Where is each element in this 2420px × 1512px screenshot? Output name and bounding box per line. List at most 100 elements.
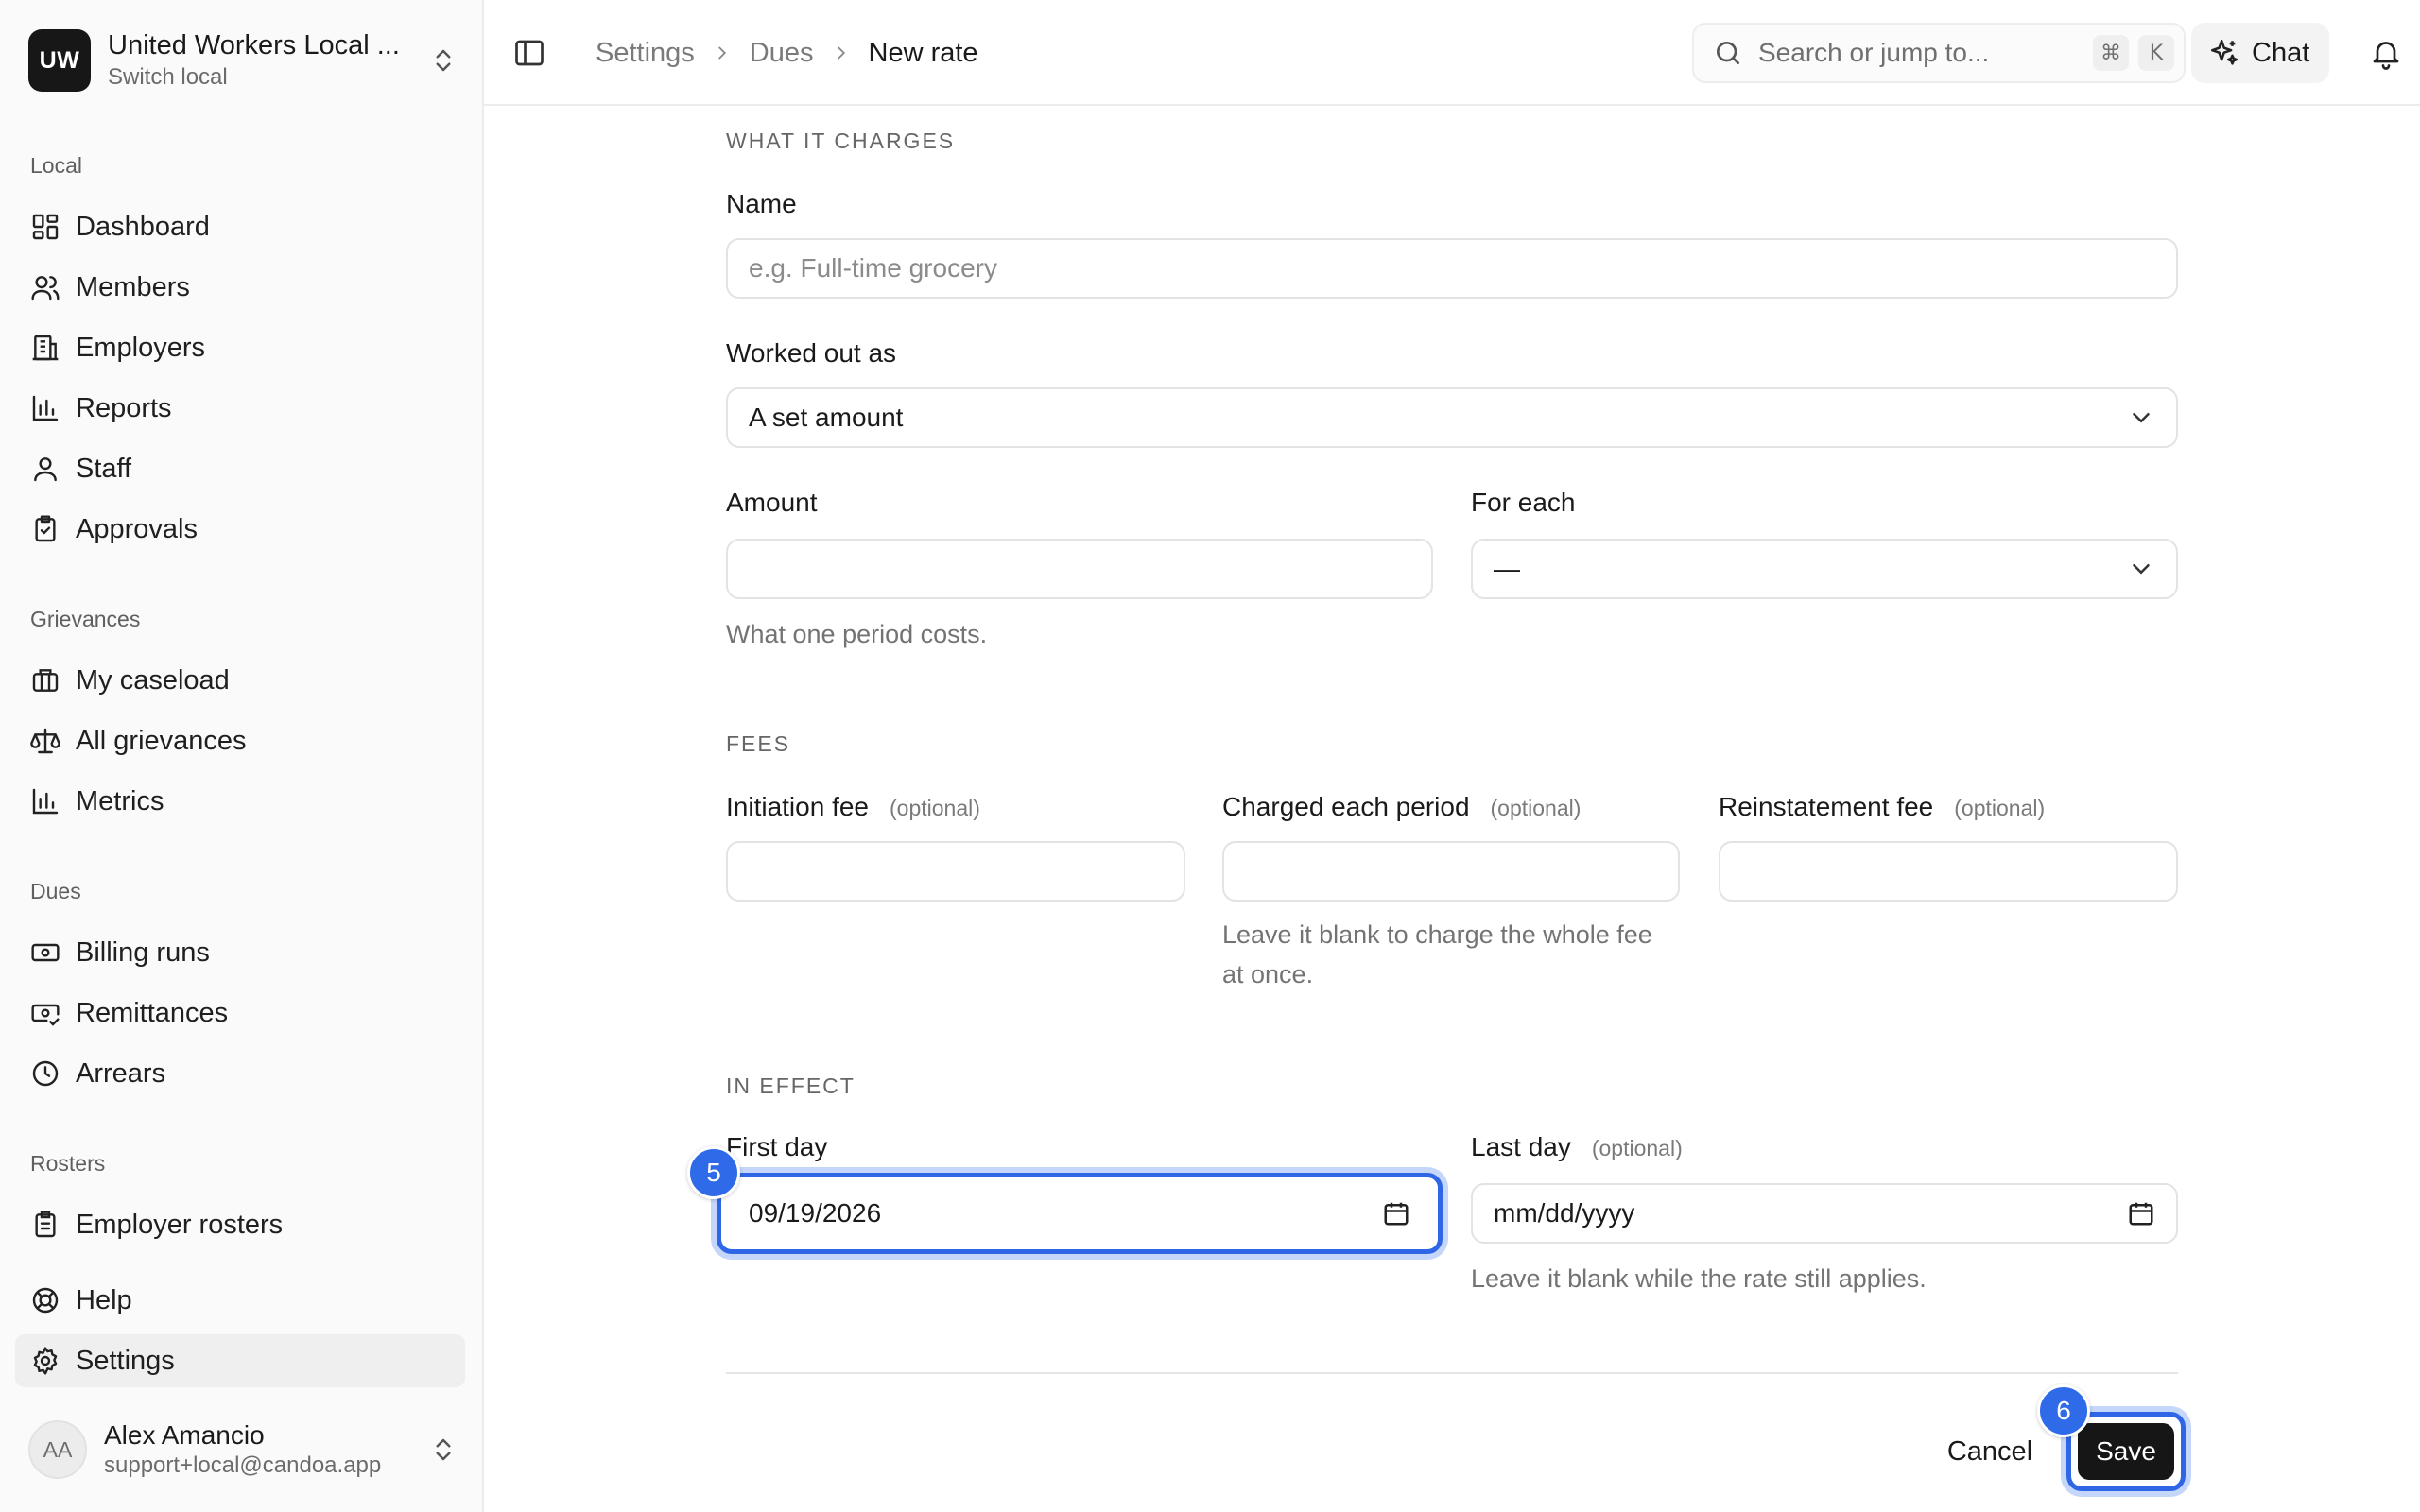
sidebar-item-approvals[interactable]: Approvals [15, 503, 465, 556]
last-day-placeholder: mm/dd/yyyy [1494, 1198, 1635, 1228]
gear-icon [33, 1347, 58, 1375]
org-name: United Workers Local ... [108, 30, 400, 60]
sidebar-item-label: Metrics [76, 785, 164, 816]
calendar-icon[interactable] [1382, 1199, 1410, 1228]
charged-each-period-field[interactable] [1222, 841, 1680, 902]
first-day-value: 09/19/2026 [749, 1198, 882, 1228]
sidebar-item-remittances[interactable]: Remittances [15, 987, 465, 1040]
shortcut-key-k: K [2138, 35, 2174, 71]
name-field[interactable]: e.g. Full-time grocery [726, 238, 2178, 299]
worked-out-value: A set amount [749, 403, 904, 432]
save-button[interactable]: Save [2078, 1423, 2174, 1480]
sidebar-item-metrics[interactable]: Metrics [15, 775, 465, 828]
chevron-up-down-icon [436, 49, 451, 72]
section-title-charges: WHAT IT CHARGES [726, 129, 956, 153]
for-each-select[interactable]: — [1471, 539, 2178, 599]
optional-tag: (optional) [1591, 1136, 1683, 1160]
org-switch-label: Switch local [108, 64, 228, 90]
shortcut-key-mod: ⌘ [2093, 35, 2129, 71]
chat-button[interactable]: Chat [2191, 23, 2329, 83]
sidebar-item-employers[interactable]: Employers [15, 321, 465, 374]
user-name: Alex Amancio [104, 1420, 265, 1450]
worked-out-select[interactable]: A set amount [726, 387, 2178, 448]
first-day-label: First day [726, 1132, 828, 1161]
for-each-value: — [1494, 554, 1520, 583]
sidebar-section-local: Local [30, 153, 82, 178]
search-icon [1717, 42, 1739, 64]
sidebar-item-arrears[interactable]: Arrears [15, 1047, 465, 1100]
name-placeholder: e.g. Full-time grocery [749, 253, 997, 283]
amount-field[interactable] [726, 539, 1433, 599]
sidebar-item-staff[interactable]: Staff [15, 442, 465, 495]
breadcrumb-settings[interactable]: Settings [596, 34, 695, 72]
building-icon [32, 335, 59, 361]
briefcase-icon [32, 669, 59, 692]
breadcrumb-dues[interactable]: Dues [750, 34, 814, 72]
sidebar-item-label: Arrears [76, 1057, 166, 1089]
org-switcher[interactable]: UW United Workers Local ... Switch local [28, 28, 458, 93]
user-menu[interactable]: AA Alex Amancio support+local@candoa.app [28, 1416, 458, 1484]
sidebar-item-label: Reports [76, 392, 172, 423]
org-avatar: UW [28, 29, 91, 92]
users-icon [31, 276, 60, 301]
chevron-down-icon [2133, 564, 2150, 575]
charged-each-period-label-text: Charged each period [1222, 792, 1470, 821]
initiation-fee-label-text: Initiation fee [726, 792, 869, 821]
clipboard-list-icon [35, 1211, 56, 1238]
sidebar-item-help[interactable]: Help [15, 1274, 465, 1327]
calendar-icon[interactable] [2127, 1199, 2155, 1228]
last-day-help: Leave it blank while the rate still appl… [1471, 1264, 1927, 1293]
last-day-label-text: Last day [1471, 1132, 1571, 1161]
search-input[interactable]: Search or jump to... ⌘ K [1692, 23, 2186, 83]
form-divider [726, 1372, 2178, 1374]
chat-label: Chat [2252, 37, 2310, 68]
sidebar-item-billing-runs[interactable]: Billing runs [15, 926, 465, 979]
sidebar-item-dashboard[interactable]: Dashboard [15, 200, 465, 253]
amount-help: What one period costs. [726, 620, 988, 648]
sidebar-section-rosters: Rosters [30, 1151, 106, 1176]
search-placeholder: Search or jump to... [1758, 38, 1990, 67]
clipboard-check-icon [35, 515, 56, 542]
sidebar-item-settings[interactable]: Settings [15, 1334, 465, 1387]
sidebar-item-label: Approvals [76, 513, 198, 544]
last-day-label: Last day (optional) [1471, 1132, 1683, 1162]
breadcrumb-current: New rate [868, 38, 978, 68]
sidebar-item-reports[interactable]: Reports [15, 382, 465, 435]
sidebar-item-label: My caseload [76, 664, 230, 696]
sidebar-item-label: Staff [76, 453, 132, 484]
sidebar-item-employer-rosters[interactable]: Employer rosters [15, 1198, 465, 1251]
charged-each-period-label: Charged each period (optional) [1222, 792, 1581, 822]
last-day-field[interactable]: mm/dd/yyyy [1471, 1183, 2178, 1244]
initiation-fee-label: Initiation fee (optional) [726, 792, 980, 822]
sidebar-item-label: Members [76, 271, 190, 302]
initiation-fee-field[interactable] [726, 841, 1185, 902]
dashboard-icon [32, 214, 59, 240]
section-title-in-effect: IN EFFECT [726, 1074, 856, 1098]
sidebar-item-my-caseload[interactable]: My caseload [15, 654, 465, 707]
reinstatement-fee-label-text: Reinstatement fee [1719, 792, 1934, 821]
sidebar-item-label: Settings [76, 1345, 175, 1376]
sidebar: UW United Workers Local ... Switch local… [0, 0, 484, 1512]
optional-tag: (optional) [1490, 796, 1582, 820]
chevron-right-icon [837, 46, 845, 60]
cancel-button[interactable]: Cancel [1928, 1423, 2051, 1480]
optional-tag: (optional) [890, 796, 980, 820]
reinstatement-fee-field[interactable] [1719, 841, 2178, 902]
sidebar-toggle-icon[interactable] [512, 36, 546, 70]
life-buoy-icon [32, 1287, 59, 1314]
banknote-icon [31, 943, 60, 962]
chevron-down-icon [2133, 413, 2150, 423]
first-day-field[interactable]: 09/19/2026 [726, 1183, 1433, 1244]
sidebar-item-all-grievances[interactable]: All grievances [15, 714, 465, 767]
sidebar-item-label: Dashboard [76, 211, 210, 242]
breadcrumb: Settings Dues New rate [596, 34, 978, 72]
sidebar-item-members[interactable]: Members [15, 261, 465, 314]
user-email: support+local@candoa.app [104, 1452, 382, 1478]
bell-icon[interactable] [2369, 36, 2403, 70]
sidebar-section-dues: Dues [30, 879, 81, 903]
optional-tag: (optional) [1954, 796, 2046, 820]
chevron-up-down-icon [436, 1438, 451, 1461]
bar-chart-icon [32, 788, 59, 815]
avatar: AA [28, 1420, 87, 1479]
amount-label: Amount [726, 488, 818, 517]
